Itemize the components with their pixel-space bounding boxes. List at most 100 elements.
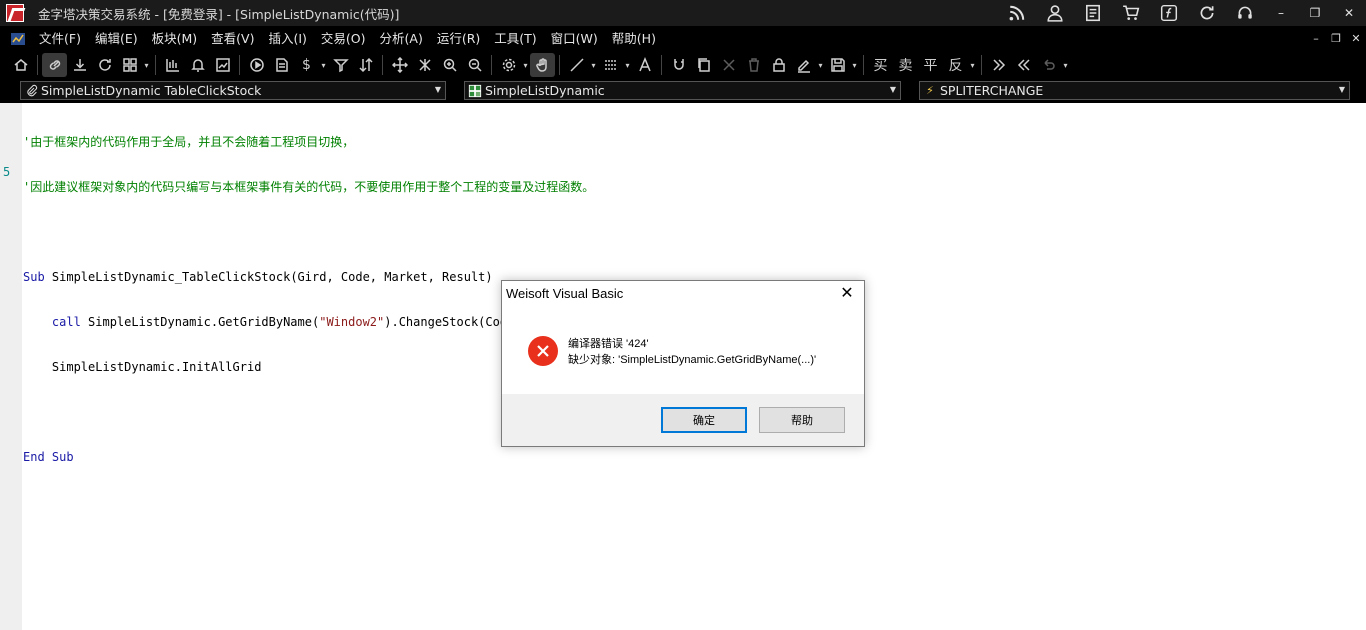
menu-tools[interactable]: 工具(T) (487, 26, 543, 51)
error-dialog: Weisoft Visual Basic ✕ 编译器错误 '424' 缺少对象:… (501, 280, 865, 447)
user-icon[interactable] (1036, 0, 1074, 26)
chevron-down-icon[interactable]: ▼ (435, 85, 441, 94)
undo-icon[interactable] (1036, 53, 1061, 77)
close-button[interactable]: ✕ (1332, 0, 1366, 26)
buy-button[interactable]: 买 (868, 55, 893, 75)
chevron-down-icon[interactable]: ▾ (319, 61, 328, 70)
zoom-in-icon[interactable] (437, 53, 462, 77)
menu-window[interactable]: 窗口(W) (544, 26, 605, 51)
event-select[interactable]: ⚡ SPLITERCHANGE ▼ (919, 81, 1350, 100)
menu-insert[interactable]: 插入(I) (261, 26, 313, 51)
toolbar-separator (37, 55, 38, 75)
chevron-down-icon[interactable]: ▾ (589, 61, 598, 70)
menu-analysis[interactable]: 分析(A) (373, 26, 430, 51)
title-icons: – ❐ ✕ (998, 0, 1366, 26)
report-icon[interactable] (269, 53, 294, 77)
bell-icon[interactable] (185, 53, 210, 77)
pen-color-icon[interactable] (791, 53, 816, 77)
chevron-down-icon[interactable]: ▾ (142, 61, 151, 70)
dialog-message-line1: 编译器错误 '424' (568, 338, 649, 350)
chevron-down-icon[interactable]: ▾ (521, 61, 530, 70)
object-select[interactable]: SimpleListDynamic ▼ (464, 81, 901, 100)
error-icon (528, 336, 558, 366)
help-button[interactable]: 帮助 (759, 407, 845, 433)
chevron-down-icon[interactable]: ▾ (1061, 61, 1070, 70)
rss-icon[interactable] (998, 0, 1036, 26)
move-icon[interactable] (387, 53, 412, 77)
sync-icon[interactable] (92, 53, 117, 77)
download-icon[interactable] (67, 53, 92, 77)
toolbar-separator (559, 55, 560, 75)
fibonacci-icon[interactable] (598, 53, 623, 77)
magnet-icon[interactable] (666, 53, 691, 77)
sort-icon[interactable] (353, 53, 378, 77)
filter-icon[interactable] (328, 53, 353, 77)
menu-run[interactable]: 运行(R) (430, 26, 487, 51)
string-literal: "Window2" (319, 315, 385, 329)
link-icon[interactable] (42, 53, 67, 77)
child-restore-button[interactable]: ❐ (1326, 32, 1346, 45)
minimize-button[interactable]: – (1264, 0, 1298, 26)
sell-button[interactable]: 卖 (893, 55, 918, 75)
menu-help[interactable]: 帮助(H) (605, 26, 663, 51)
document-icon[interactable] (1074, 0, 1112, 26)
dollar-icon[interactable]: $ (294, 53, 319, 77)
reverse-button[interactable]: 反 (943, 55, 968, 75)
refresh-icon[interactable] (1188, 0, 1226, 26)
function-icon[interactable] (1150, 0, 1188, 26)
chevron-down-icon[interactable]: ▾ (968, 61, 977, 70)
double-chevron-right-icon[interactable] (986, 53, 1011, 77)
menu-view[interactable]: 查看(V) (204, 26, 261, 51)
chevron-down-icon[interactable]: ▾ (816, 61, 825, 70)
menu-file[interactable]: 文件(F) (32, 26, 88, 51)
chevron-down-icon[interactable]: ▾ (850, 61, 859, 70)
restore-button[interactable]: ❐ (1298, 0, 1332, 26)
child-minimize-button[interactable]: – (1306, 32, 1326, 45)
child-window-icon[interactable] (10, 31, 26, 47)
menu-sector[interactable]: 板块(M) (145, 26, 205, 51)
dialog-footer: 确定 帮助 (502, 394, 864, 446)
code-comment-line: '因此建议框架对象内的代码只编写与本框架事件有关的代码，不要使用作用于整个工程的… (23, 180, 595, 194)
double-chevron-left-icon[interactable] (1011, 53, 1036, 77)
lock-icon[interactable] (766, 53, 791, 77)
code-endsub-line: End Sub (23, 450, 594, 465)
headset-icon[interactable] (1226, 0, 1264, 26)
chevron-down-icon[interactable]: ▼ (1339, 85, 1345, 94)
candlestick-icon[interactable] (160, 53, 185, 77)
crosshair-icon[interactable] (412, 53, 437, 77)
code-comment-line: '由于框架内的代码作用于全局，并且不会随着工程项目切换， (23, 135, 355, 149)
line-number: 5 (3, 165, 11, 179)
toolbar-separator (661, 55, 662, 75)
keyword: Sub (23, 270, 45, 284)
zoom-out-icon[interactable] (462, 53, 487, 77)
chevron-down-icon[interactable]: ▾ (623, 61, 632, 70)
grid-layout-icon[interactable] (117, 53, 142, 77)
line-chart-icon[interactable] (210, 53, 235, 77)
close-position-button[interactable]: 平 (918, 55, 943, 75)
dialog-title: Weisoft Visual Basic (506, 286, 624, 301)
menu-trade[interactable]: 交易(O) (314, 26, 373, 51)
settings-icon[interactable] (496, 53, 521, 77)
text-tool-icon[interactable] (632, 53, 657, 77)
delete-cross-icon[interactable] (716, 53, 741, 77)
trash-icon[interactable] (741, 53, 766, 77)
dialog-close-button[interactable]: ✕ (838, 284, 856, 302)
procedure-select[interactable]: SimpleListDynamic TableClickStock ▼ (20, 81, 446, 100)
menu-edit[interactable]: 编辑(E) (88, 26, 145, 51)
play-icon[interactable] (244, 53, 269, 77)
child-window-controls: – ❐ ✕ (1306, 26, 1366, 51)
hand-icon[interactable] (530, 53, 555, 77)
ok-button[interactable]: 确定 (661, 407, 747, 433)
dialog-message: 编译器错误 '424' 缺少对象: 'SimpleListDynamic.Get… (568, 336, 816, 368)
save-icon[interactable] (825, 53, 850, 77)
home-icon[interactable] (8, 53, 33, 77)
cart-icon[interactable] (1112, 0, 1150, 26)
chevron-down-icon[interactable]: ▼ (890, 85, 896, 94)
toolbar: ▾ $ ▾ ▾ ▾ ▾ ▾ ▾ 买 卖 平 反 ▾ ▾ (0, 51, 1366, 79)
draw-line-icon[interactable] (564, 53, 589, 77)
copy-icon[interactable] (691, 53, 716, 77)
child-close-button[interactable]: ✕ (1346, 32, 1366, 45)
event-select-value: SPLITERCHANGE (940, 83, 1044, 98)
paperclip-icon (24, 84, 38, 98)
